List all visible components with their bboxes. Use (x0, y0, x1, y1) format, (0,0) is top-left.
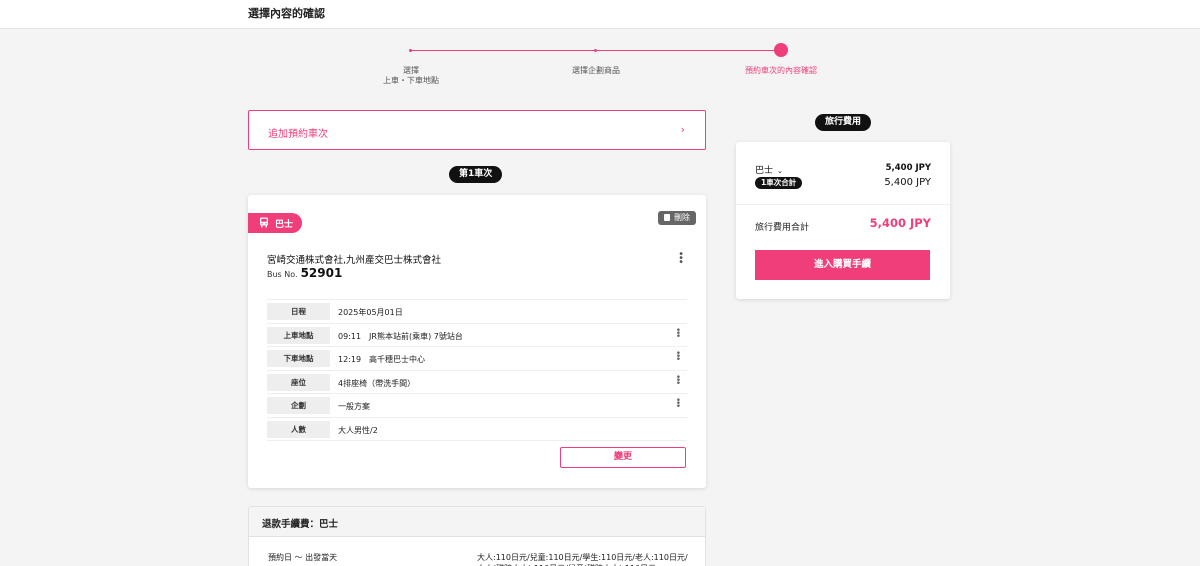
step-connector (597, 50, 775, 51)
row-value: 09:11 JR熊本站前(乘車) 7號站台 (338, 331, 463, 341)
more-options-icon[interactable]: • • • (678, 250, 684, 268)
add-trip-button[interactable]: 追加預約車次 › (248, 110, 706, 150)
step-2-dot (594, 49, 597, 52)
row-value: 一般方案 (338, 402, 370, 411)
table-row: 企劃 一般方案 • • • (267, 394, 687, 418)
trash-icon (664, 214, 670, 221)
total-price: 5,400 JPY (869, 216, 931, 230)
row-value: 4排座椅（帶洗手間） (338, 378, 416, 388)
more-options-icon[interactable]: • • • (676, 350, 681, 365)
more-options-icon[interactable]: • • • (676, 373, 681, 388)
row-key: 座位 (267, 373, 330, 391)
more-options-icon[interactable]: • • • (676, 397, 681, 412)
refund-fee-panel: 退款手續費：巴士 預約日 〜 出發當天 大人:110日元/兒童:110日元/學生… (248, 506, 706, 566)
step-connector (411, 50, 595, 51)
divider (736, 204, 950, 205)
total-label: 旅行費用合計 (755, 223, 810, 233)
add-trip-label: 追加預約車次 (268, 129, 328, 140)
row-key: 企劃 (267, 397, 330, 414)
change-button[interactable]: 變更 (560, 447, 686, 468)
trip-card: 巴士 刪除 宮崎交通株式會社,九州產交巴士株式會社 Bus No. 52901 •… (248, 195, 706, 488)
bus-number: Bus No. 52901 (267, 266, 343, 280)
refund-fees: 大人:110日元/兒童:110日元/學生:110日元/老人:110日元/大人(殘… (477, 553, 688, 566)
progress-stepper: 選擇 上車・下車地點 選擇企劃商品 預約車次的內容確認 (0, 40, 1200, 90)
cost-summary-card: 巴士 ⌄ 5,400 JPY 1車次合計 5,400 JPY 旅行費用合計 5,4… (736, 142, 950, 299)
refund-period: 預約日 〜 出發當天 (268, 553, 338, 562)
table-row: 人數 大人男性/2 (267, 418, 687, 441)
row-value: 大人男性/2 (338, 425, 378, 435)
row-value: 12:19 高千穗巴士中心 (338, 355, 426, 364)
page-title: 選擇內容的確認 (248, 7, 325, 20)
cost-bus-toggle[interactable]: 巴士 ⌄ (755, 163, 783, 176)
transport-type-tag: 巴士 (248, 213, 302, 233)
transport-type-label: 巴士 (275, 220, 294, 230)
more-options-icon[interactable]: • • • (676, 326, 681, 341)
refund-title: 退款手續費：巴士 (249, 507, 705, 537)
step-3-label: 預約車次的內容確認 (745, 66, 817, 75)
step-1-label: 選擇 上車・下車地點 (383, 66, 439, 85)
row-key: 人數 (267, 420, 330, 438)
table-row: 座位 4排座椅（帶洗手間） • • • (267, 371, 687, 394)
table-row: 上車地點 09:11 JR熊本站前(乘車) 7號站台 • • • (267, 324, 687, 347)
chevron-right-icon: › (680, 123, 685, 136)
bus-number-value: 52901 (300, 266, 343, 280)
trip-subtotal-label: 1車次合計 (755, 177, 803, 189)
chevron-down-icon: ⌄ (777, 167, 783, 175)
row-key: 下車地點 (267, 350, 330, 367)
delete-label: 刪除 (674, 213, 690, 222)
bus-icon (260, 217, 268, 228)
bus-operator: 宮崎交通株式會社,九州產交巴士株式會社 (267, 255, 442, 266)
step-2-label: 選擇企劃商品 (572, 66, 620, 75)
row-key: 日程 (267, 303, 330, 320)
step-1-dot (409, 49, 412, 52)
table-row: 日程 2025年05月01日 (267, 300, 687, 324)
row-value: 2025年05月01日 (338, 308, 403, 317)
top-bar: 選擇內容的確認 (0, 0, 1200, 29)
travel-cost-pill: 旅行費用 (815, 114, 872, 131)
proceed-to-purchase-button[interactable]: 進入購買手續 (755, 250, 930, 280)
bus-price: 5,400 JPY (885, 163, 931, 173)
trip-detail-table: 日程 2025年05月01日 上車地點 09:11 JR熊本站前(乘車) 7號站… (267, 299, 687, 441)
trip-subtotal-price: 5,400 JPY (884, 177, 931, 188)
table-row: 下車地點 12:19 高千穗巴士中心 • • • (267, 347, 687, 371)
row-key: 上車地點 (267, 326, 330, 344)
step-3-dot (774, 43, 788, 57)
trip-number-pill: 第1車次 (449, 166, 503, 183)
delete-trip-button[interactable]: 刪除 (658, 211, 696, 225)
